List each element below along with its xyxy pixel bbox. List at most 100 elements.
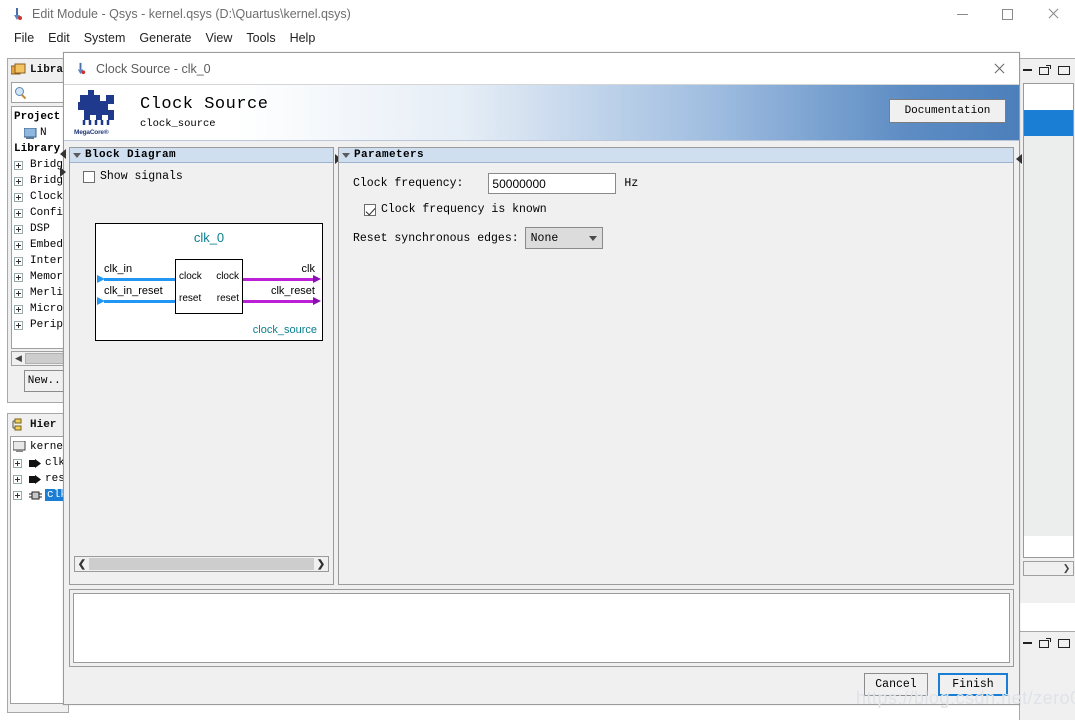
diagram-inner-box: clock reset clock reset: [175, 259, 243, 314]
tree-item-project-child[interactable]: N: [14, 125, 64, 141]
right-panel-toolbar: [1020, 59, 1075, 81]
expand-icon[interactable]: [14, 240, 23, 250]
clock-frequency-input[interactable]: 50000000: [488, 173, 617, 194]
dialog-title: Clock Source - clk_0: [96, 61, 211, 76]
menu-item-generate[interactable]: Generate: [132, 30, 198, 46]
scroll-right-icon[interactable]: ❯: [314, 557, 328, 571]
block-diagram-header[interactable]: Block Diagram: [70, 148, 333, 163]
expand-icon[interactable]: [14, 208, 23, 218]
tree-item-7[interactable]: Memor: [14, 269, 64, 285]
show-signals-checkbox[interactable]: [83, 170, 95, 183]
tree-item-10[interactable]: Perip: [14, 317, 64, 333]
hierarchy-root[interactable]: kernel: [11, 439, 65, 455]
menu-item-tools[interactable]: Tools: [239, 30, 282, 46]
hierarchy-icon: [11, 418, 26, 432]
tree-item-3[interactable]: Confi: [14, 205, 64, 221]
finish-button[interactable]: Finish: [938, 673, 1008, 696]
expand-icon[interactable]: [14, 320, 23, 330]
menu-item-file[interactable]: File: [7, 30, 41, 46]
scroll-right-icon[interactable]: ❯: [1060, 562, 1073, 575]
menu-item-edit[interactable]: Edit: [41, 30, 77, 46]
expand-icon[interactable]: [14, 192, 23, 202]
scroll-left-icon[interactable]: ❮: [75, 557, 89, 571]
menu-item-system[interactable]: System: [77, 30, 133, 46]
cancel-button[interactable]: Cancel: [864, 673, 928, 696]
tree-item-0[interactable]: Bridges: [14, 157, 64, 173]
show-signals-row[interactable]: Show signals: [83, 170, 333, 183]
reset-edges-value: None: [530, 231, 559, 245]
ip-catalog-panel: Library Project N Library Bridg Bridg Cl…: [7, 58, 76, 403]
ip-catalog-hscrollbar[interactable]: ◀: [11, 351, 65, 366]
chevron-down-icon[interactable]: [73, 152, 81, 158]
hierarchy-tree[interactable]: kernel clk res clk: [10, 436, 66, 704]
hierarchy-title: Hier: [30, 419, 57, 431]
collapse-right-pane-icon[interactable]: [1016, 154, 1022, 164]
menu-item-view[interactable]: View: [199, 30, 240, 46]
documentation-button[interactable]: Documentation: [889, 99, 1006, 123]
folder-icon: [10, 63, 26, 77]
messages-panel: [69, 589, 1014, 667]
arrow-icon: [313, 297, 321, 305]
scroll-thumb[interactable]: [25, 353, 64, 364]
tree-group-library[interactable]: Library: [14, 141, 64, 157]
chevron-down-icon[interactable]: [342, 152, 350, 158]
frequency-known-checkbox[interactable]: [364, 203, 376, 216]
block-diagram-body: Show signals clk_0 clk_in clk_in_reset c…: [70, 170, 333, 576]
tree-item-2[interactable]: Clock: [14, 189, 64, 205]
hierarchy-label: kernel: [30, 441, 66, 453]
expand-icon[interactable]: [14, 256, 23, 266]
minimize-icon[interactable]: [1023, 642, 1032, 644]
minimize-icon[interactable]: [1023, 69, 1032, 71]
reset-edges-select[interactable]: None: [524, 227, 603, 249]
collapse-arrow-right[interactable]: [60, 167, 66, 177]
tree-item-5[interactable]: Embed: [14, 237, 64, 253]
signal-label-clk-reset: clk_reset: [270, 285, 315, 297]
list-item[interactable]: [1024, 84, 1073, 110]
hierarchy-item-2[interactable]: clk: [11, 487, 65, 503]
parameters-header[interactable]: Parameters: [339, 148, 1013, 163]
list-item-selected[interactable]: [1024, 110, 1073, 136]
hierarchy-item-1[interactable]: res: [11, 471, 65, 487]
right-panel-list[interactable]: [1023, 83, 1074, 558]
tree-item-9[interactable]: Micro: [14, 301, 64, 317]
expand-icon[interactable]: [13, 474, 22, 484]
module-icon: [29, 491, 42, 500]
expand-icon[interactable]: [14, 288, 23, 298]
right-panel-hscrollbar[interactable]: ❯: [1023, 561, 1074, 576]
menu-item-help[interactable]: Help: [283, 30, 323, 46]
expand-icon[interactable]: [14, 160, 23, 170]
scroll-left-icon[interactable]: ◀: [12, 352, 25, 365]
expand-icon[interactable]: [14, 176, 23, 186]
ip-catalog-header: Library: [8, 59, 76, 81]
minimize-button[interactable]: [940, 0, 985, 28]
tree-item-1[interactable]: Bridg: [14, 173, 64, 189]
ip-catalog-tree[interactable]: Project N Library Bridges Bridg Clock Co…: [11, 106, 65, 349]
float-icon[interactable]: [1039, 65, 1051, 75]
block-diagram-hscrollbar[interactable]: ❮ ❯: [74, 556, 329, 572]
float-icon[interactable]: [1039, 638, 1051, 648]
expand-icon[interactable]: [13, 490, 22, 500]
wire-clk-in-reset: [97, 297, 175, 305]
tree-item-6[interactable]: Inter: [14, 253, 64, 269]
tree-item-8[interactable]: Merli: [14, 285, 64, 301]
maximize-button[interactable]: [985, 0, 1030, 28]
ip-catalog-search[interactable]: [11, 82, 65, 103]
expand-icon[interactable]: [14, 304, 23, 314]
right-panel-bottom: [1019, 631, 1075, 720]
maximize-icon[interactable]: [1058, 65, 1070, 75]
frequency-known-row[interactable]: Clock frequency is known: [364, 203, 1013, 216]
tree-item-4[interactable]: DSP: [14, 221, 64, 237]
chevron-down-icon: [588, 235, 597, 241]
maximize-icon[interactable]: [1058, 638, 1070, 648]
system-icon: [23, 127, 37, 139]
expand-icon[interactable]: [13, 458, 22, 468]
expand-icon[interactable]: [14, 224, 23, 234]
dialog-close-button[interactable]: [983, 57, 1015, 81]
scroll-thumb[interactable]: [89, 558, 314, 570]
hierarchy-item-0[interactable]: clk: [11, 455, 65, 471]
close-button[interactable]: [1030, 0, 1075, 28]
expand-icon[interactable]: [14, 272, 23, 282]
parameters-form: Clock frequency: 50000000 Hz Clock frequ…: [339, 163, 1013, 249]
tree-group-project[interactable]: Project: [14, 109, 64, 125]
collapse-arrow-left[interactable]: [60, 149, 66, 159]
